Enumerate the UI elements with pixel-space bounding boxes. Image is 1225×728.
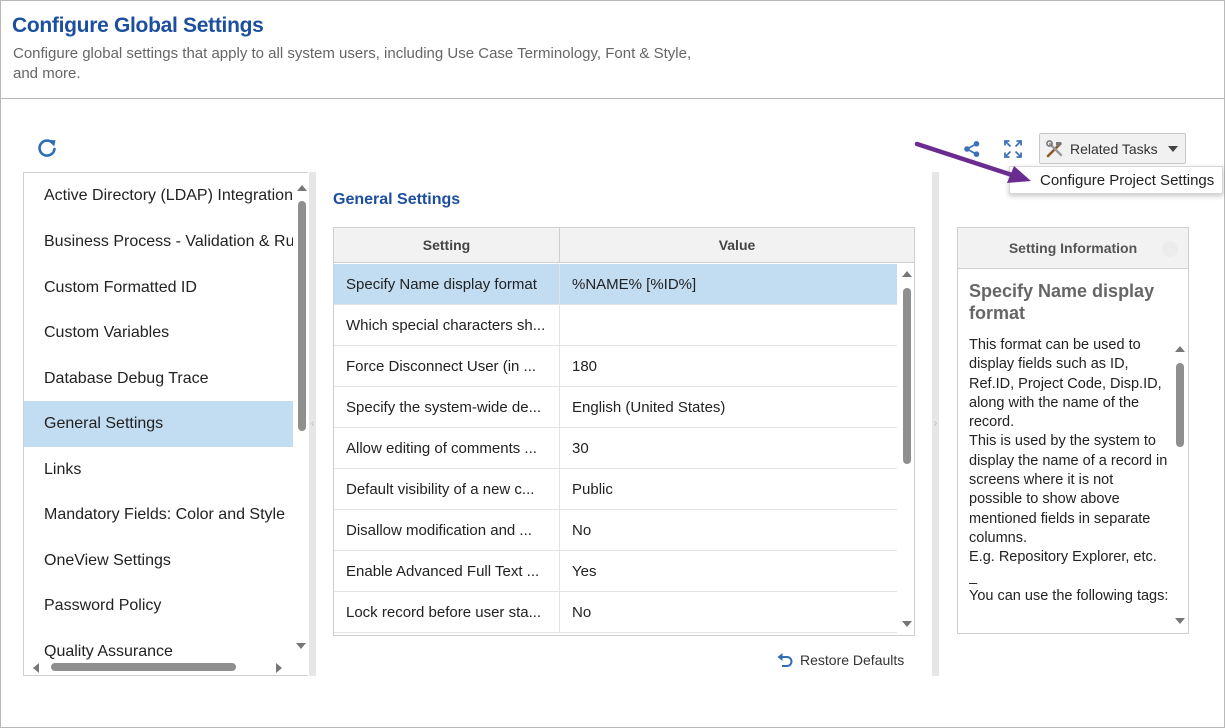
annotation-arrow-icon <box>914 141 1031 183</box>
sidebar-item-password-policy[interactable]: Password Policy <box>24 583 293 629</box>
related-tasks-label: Related Tasks <box>1070 140 1158 157</box>
settings-grid: Setting Value Specify Name display forma… <box>333 227 915 636</box>
section-title: General Settings <box>333 191 461 208</box>
info-panel-header: Setting Information <box>958 228 1188 269</box>
sidebar-item-links[interactable]: Links <box>24 447 293 493</box>
value-cell[interactable] <box>560 305 897 345</box>
grid-scroll-down-arrow[interactable] <box>902 621 912 627</box>
setting-cell: Which special characters sh... <box>334 305 560 345</box>
sidebar-item-ldap[interactable]: Active Directory (LDAP) Integration <box>24 173 293 219</box>
refresh-button[interactable] <box>36 137 58 159</box>
tools-icon <box>1046 139 1063 157</box>
scroll-down-arrow[interactable] <box>296 643 306 649</box>
horizontal-scrollbar-thumb[interactable] <box>51 663 236 671</box>
info-panel-title: Setting Information <box>1008 240 1138 256</box>
column-header-value[interactable]: Value <box>560 228 914 262</box>
sidebar-item-custom-formatted-id[interactable]: Custom Formatted ID <box>24 265 293 311</box>
page-title: Configure Global Settings <box>12 14 264 37</box>
table-row[interactable]: Force Disconnect User (in ... 180 <box>334 346 897 387</box>
scroll-right-arrow[interactable] <box>276 663 282 673</box>
value-cell[interactable]: No <box>560 592 897 632</box>
info-scroll-down-arrow[interactable] <box>1175 618 1185 624</box>
dropdown-item-configure-project-settings[interactable]: Configure Project Settings <box>1009 166 1223 194</box>
table-row[interactable]: Specify Name display format %NAME% [%ID%… <box>334 264 897 305</box>
chevron-down-icon <box>1167 145 1178 152</box>
table-row[interactable]: Allow editing of comments ... 30 <box>334 428 897 469</box>
value-cell[interactable]: Public <box>560 469 897 509</box>
info-paragraph: You can use the following tags: <box>969 587 1169 604</box>
table-row[interactable]: Default visibility of a new c... Public <box>334 469 897 510</box>
related-tasks-button[interactable]: Related Tasks <box>1039 133 1186 164</box>
info-scrollbar-thumb[interactable] <box>1176 363 1184 447</box>
page-description: Configure global settings that apply to … <box>13 45 692 82</box>
table-row[interactable]: Lock record before user sta... No <box>334 592 897 633</box>
scroll-left-arrow[interactable] <box>33 663 39 673</box>
setting-cell: Allow editing of comments ... <box>334 428 560 468</box>
value-cell[interactable]: 30 <box>560 428 897 468</box>
setting-cell: Disallow modification and ... <box>334 510 560 550</box>
collapse-icon[interactable] <box>1162 241 1178 257</box>
table-row[interactable]: Enable Advanced Full Text ... Yes <box>334 551 897 592</box>
setting-cell: Default visibility of a new c... <box>334 469 560 509</box>
grid-header: Setting Value <box>334 228 914 263</box>
info-paragraph: _ <box>969 568 978 585</box>
undo-icon <box>777 653 793 667</box>
info-paragraph: This format can be used to display field… <box>969 337 1162 431</box>
value-cell[interactable]: 180 <box>560 346 897 386</box>
value-cell[interactable]: %NAME% [%ID%] <box>560 264 897 304</box>
setting-information-panel: Setting Information Specify Name display… <box>957 227 1189 634</box>
table-row[interactable]: Which special characters sh... <box>334 305 897 346</box>
table-row[interactable]: Disallow modification and ... No <box>334 510 897 551</box>
value-cell[interactable]: No <box>560 510 897 550</box>
grid-scroll-up-arrow[interactable] <box>902 271 912 277</box>
sidebar-item-business-process[interactable]: Business Process - Validation & Rules <box>24 219 293 265</box>
sidebar-item-oneview-settings[interactable]: OneView Settings <box>24 538 293 584</box>
setting-cell: Force Disconnect User (in ... <box>334 346 560 386</box>
refresh-icon <box>38 139 56 157</box>
right-splitter[interactable]: › <box>932 172 939 676</box>
scroll-up-arrow[interactable] <box>297 185 307 191</box>
setting-cell: Specify Name display format <box>334 264 560 304</box>
column-header-setting[interactable]: Setting <box>334 228 560 262</box>
settings-category-list: Active Directory (LDAP) Integration Busi… <box>23 172 308 676</box>
header-divider <box>0 98 1225 99</box>
grid-scrollbar-thumb[interactable] <box>903 288 911 464</box>
info-paragraph: This is used by the system to display th… <box>969 433 1168 546</box>
sidebar-item-database-debug-trace[interactable]: Database Debug Trace <box>24 356 293 402</box>
restore-defaults-label: Restore Defaults <box>800 652 905 668</box>
setting-cell: Specify the system-wide de... <box>334 387 560 427</box>
vertical-scrollbar-thumb[interactable] <box>298 201 306 431</box>
table-row[interactable]: Specify the system-wide de... English (U… <box>334 387 897 428</box>
left-splitter[interactable]: ‹ <box>309 172 316 676</box>
info-description: This format can be used to display field… <box>969 336 1169 633</box>
sidebar-item-general-settings[interactable]: General Settings <box>24 401 293 447</box>
info-paragraph: E.g. Repository Explorer, etc. <box>969 549 1157 566</box>
value-cell[interactable]: Yes <box>560 551 897 591</box>
sidebar-item-mandatory-fields[interactable]: Mandatory Fields: Color and Style <box>24 492 293 538</box>
value-cell[interactable]: English (United States) <box>560 387 897 427</box>
sidebar-item-custom-variables[interactable]: Custom Variables <box>24 310 293 356</box>
info-setting-name: Specify Name display format <box>969 281 1155 323</box>
info-scroll-up-arrow[interactable] <box>1175 346 1185 352</box>
restore-defaults-button[interactable]: Restore Defaults <box>776 650 904 670</box>
setting-cell: Lock record before user sta... <box>334 592 560 632</box>
setting-cell: Enable Advanced Full Text ... <box>334 551 560 591</box>
